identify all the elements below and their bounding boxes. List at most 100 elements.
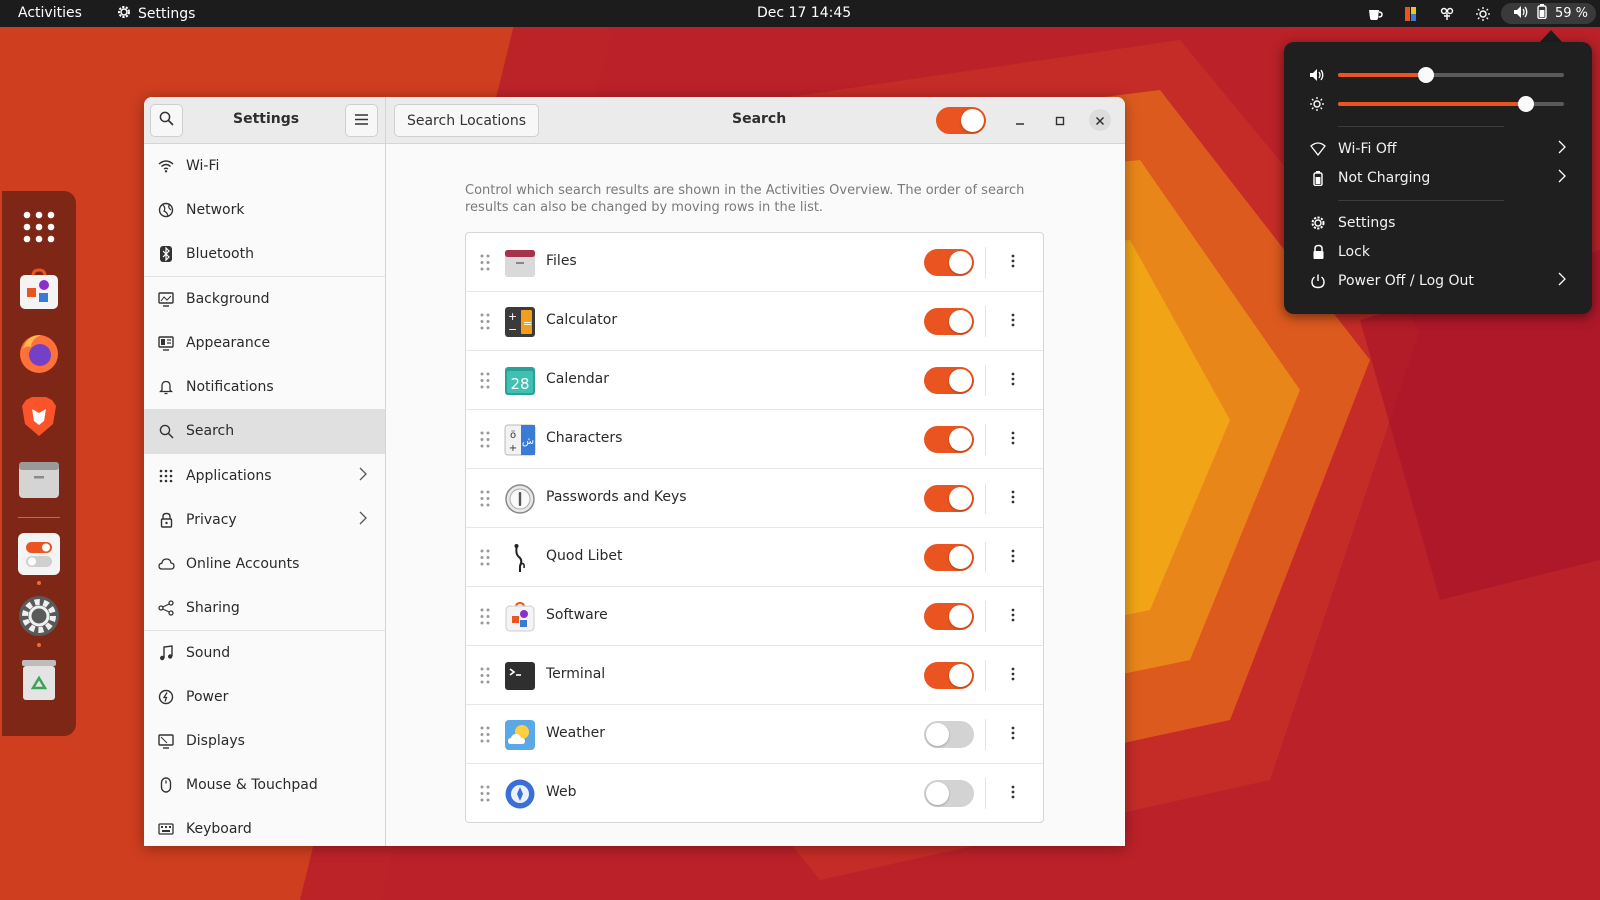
qs-wifi-item[interactable]: Wi-Fi Off: [1284, 135, 1592, 164]
provider-row-passwords-and-keys[interactable]: Passwords and Keys: [466, 469, 1043, 528]
qs-settings-item[interactable]: Settings: [1284, 209, 1592, 238]
calculator-icon: + − =: [504, 306, 536, 338]
sidebar-item-sound[interactable]: Sound: [144, 631, 385, 676]
provider-menu-button[interactable]: [998, 719, 1028, 750]
drag-handle-icon[interactable]: [480, 431, 490, 448]
provider-row-quod-libet[interactable]: Quod Libet: [466, 528, 1043, 587]
puzzle-extension-icon[interactable]: [1436, 0, 1458, 27]
sidebar-item-privacy[interactable]: Privacy: [144, 498, 385, 543]
calendar-icon: 28: [504, 365, 536, 397]
maximize-icon: [1055, 111, 1065, 130]
dock-trash[interactable]: [16, 659, 62, 705]
chevron-right-icon: [1558, 272, 1566, 290]
activities-button[interactable]: Activities: [18, 5, 82, 21]
show-apps-button[interactable]: [16, 206, 62, 252]
brightness-icon[interactable]: [1472, 0, 1494, 27]
close-button[interactable]: [1089, 109, 1111, 131]
volume-slider-thumb[interactable]: [1418, 67, 1435, 83]
provider-toggle-weather[interactable]: [924, 721, 974, 748]
drag-handle-icon[interactable]: [480, 254, 490, 271]
color-palette-icon[interactable]: [1400, 0, 1422, 27]
provider-menu-button[interactable]: [998, 778, 1028, 809]
provider-toggle-files[interactable]: [924, 249, 974, 276]
dock-app-files[interactable]: [16, 458, 62, 504]
maximize-button[interactable]: [1049, 109, 1071, 131]
provider-row-web[interactable]: Web: [466, 764, 1043, 823]
provider-toggle-calendar[interactable]: [924, 367, 974, 394]
provider-row-software[interactable]: Software: [466, 587, 1043, 646]
system-status-menu[interactable]: 59 %: [1500, 3, 1596, 24]
qs-power-item[interactable]: Power Off / Log Out: [1284, 267, 1592, 296]
sidebar-item-notifications[interactable]: Notifications: [144, 365, 385, 410]
sidebar-item-power[interactable]: Power: [144, 675, 385, 720]
provider-toggle-web[interactable]: [924, 780, 974, 807]
provider-menu-button[interactable]: [998, 365, 1028, 396]
battery-percentage: 59 %: [1554, 6, 1588, 21]
sidebar-item-displays[interactable]: Displays: [144, 719, 385, 764]
provider-toggle-terminal[interactable]: [924, 662, 974, 689]
provider-toggle-software[interactable]: [924, 603, 974, 630]
provider-toggle-quod-libet[interactable]: [924, 544, 974, 571]
drag-handle-icon[interactable]: [480, 313, 490, 330]
sidebar-item-wifi[interactable]: Wi-Fi: [144, 144, 385, 189]
drag-handle-icon[interactable]: [480, 785, 490, 802]
svg-text:ش: ش: [522, 436, 534, 447]
provider-toggle-passwords-and-keys[interactable]: [924, 485, 974, 512]
dock-app-tweaks[interactable]: [16, 533, 62, 579]
sidebar-item-search[interactable]: Search: [144, 409, 385, 454]
provider-menu-button[interactable]: [998, 306, 1028, 337]
main-menu-button[interactable]: [345, 104, 378, 137]
software-store-icon: [17, 268, 61, 316]
dock-app-settings[interactable]: [16, 595, 62, 641]
provider-row-calendar[interactable]: 28 Calendar: [466, 351, 1043, 410]
sidebar-item-keyboard[interactable]: Keyboard: [144, 807, 385, 846]
sidebar-item-bluetooth[interactable]: Bluetooth: [144, 232, 385, 277]
clock[interactable]: Dec 17 14:45: [757, 5, 851, 21]
search-locations-button[interactable]: Search Locations: [394, 104, 539, 137]
sidebar-item-sharing[interactable]: Sharing: [144, 586, 385, 631]
dock-app-firefox[interactable]: [16, 332, 62, 378]
minimize-button[interactable]: [1009, 109, 1031, 131]
software-icon: [504, 601, 536, 633]
provider-row-weather[interactable]: Weather: [466, 705, 1043, 764]
brightness-slider-thumb[interactable]: [1517, 96, 1534, 112]
provider-menu-button[interactable]: [998, 247, 1028, 278]
qs-lock-item[interactable]: Lock: [1284, 238, 1592, 267]
provider-toggle-characters[interactable]: [924, 426, 974, 453]
provider-toggle-calculator[interactable]: [924, 308, 974, 335]
sidebar-item-appearance[interactable]: Appearance: [144, 321, 385, 366]
provider-row-files[interactable]: Files: [466, 233, 1043, 292]
sidebar-item-mouse-touchpad[interactable]: Mouse & Touchpad: [144, 763, 385, 808]
coffee-cup-icon[interactable]: [1364, 0, 1386, 27]
provider-row-calculator[interactable]: + − = Calculator: [466, 292, 1043, 351]
drag-handle-icon[interactable]: [480, 608, 490, 625]
sidebar-item-applications[interactable]: Applications: [144, 454, 385, 499]
dock-app-brave[interactable]: [16, 395, 62, 441]
provider-menu-button[interactable]: [998, 601, 1028, 632]
sidebar-item-online-accounts[interactable]: Online Accounts: [144, 542, 385, 587]
sidebar-item-background[interactable]: Background: [144, 277, 385, 322]
qs-battery-item[interactable]: Not Charging: [1284, 164, 1592, 193]
sidebar-item-network[interactable]: Network: [144, 188, 385, 233]
files-icon: [504, 247, 536, 279]
volume-slider[interactable]: [1338, 67, 1564, 83]
brightness-slider[interactable]: [1338, 96, 1564, 112]
provider-row-terminal[interactable]: Terminal: [466, 646, 1043, 705]
passwords-icon: [504, 483, 536, 515]
search-master-toggle[interactable]: [936, 107, 986, 134]
app-menu-button[interactable]: Settings: [116, 4, 195, 24]
provider-menu-button[interactable]: [998, 483, 1028, 514]
provider-menu-button[interactable]: [998, 660, 1028, 691]
dock-app-software[interactable]: [16, 268, 62, 316]
drag-handle-icon[interactable]: [480, 667, 490, 684]
drag-handle-icon[interactable]: [480, 726, 490, 743]
drag-handle-icon[interactable]: [480, 490, 490, 507]
provider-menu-button[interactable]: [998, 542, 1028, 573]
provider-menu-button[interactable]: [998, 424, 1028, 455]
trash-recycle-icon: [17, 658, 61, 706]
weather-icon: [504, 719, 536, 751]
sidebar-search-button[interactable]: [150, 104, 183, 137]
drag-handle-icon[interactable]: [480, 372, 490, 389]
provider-row-characters[interactable]: ö + ش Characters: [466, 410, 1043, 469]
drag-handle-icon[interactable]: [480, 549, 490, 566]
